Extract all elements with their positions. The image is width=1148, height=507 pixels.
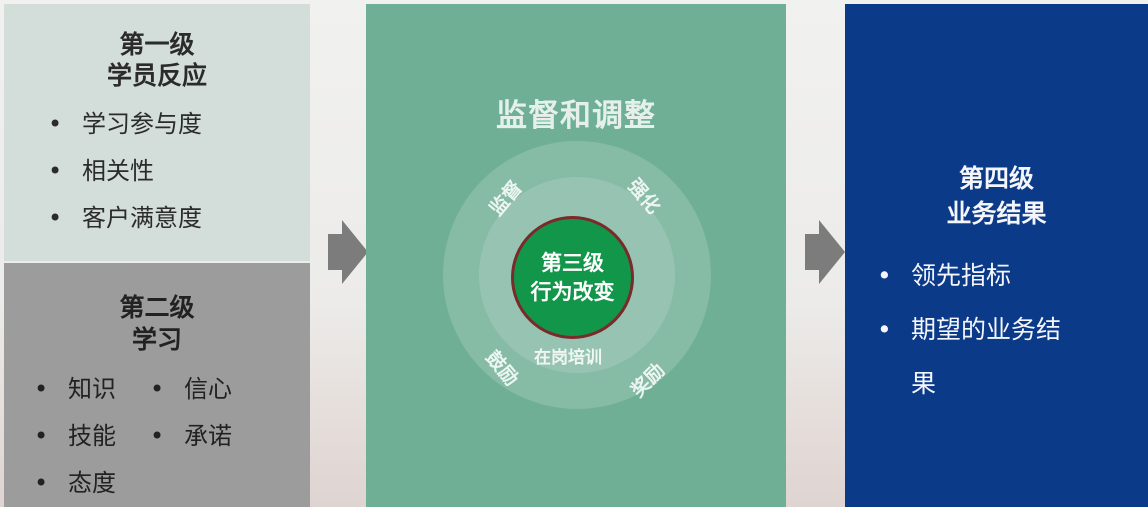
level2-list-col1: 知识 技能 态度	[34, 366, 116, 507]
list-item: 承诺	[150, 413, 232, 460]
level4-title-line2: 业务结果	[946, 199, 1047, 228]
level4-panel: 第四级 业务结果 领先指标 期望的业务结 果	[845, 4, 1148, 507]
level1-list: 学习参与度 相关性 客户满意度	[48, 101, 202, 242]
level3-core-line1: 第三级	[541, 250, 604, 275]
level2-title-line2: 学习	[131, 325, 182, 354]
monitor-adjust-title: 监督和调整	[496, 98, 656, 134]
list-item: 相关性	[48, 148, 202, 195]
level2-list-col2: 信心 承诺	[150, 366, 232, 460]
list-item-continuation: 果	[911, 369, 937, 398]
level1-title-line2: 学员反应	[106, 61, 207, 90]
level3-panel: 监督和调整 监督 强化 鼓励 奖励 在岗培训 第三级 行为改变	[366, 4, 786, 507]
list-item: 技能	[34, 413, 116, 460]
level3-core-line2: 行为改变	[530, 279, 615, 304]
level2-panel: 第二级 学习 知识 技能 态度 信心 承诺	[4, 263, 310, 507]
level1-title-line1: 第一级	[119, 30, 195, 59]
level4-title-line1: 第四级	[958, 164, 1034, 193]
list-item: 期望的业务结	[877, 303, 1061, 357]
level3-core-circle: 第三级 行为改变	[511, 216, 634, 339]
list-item: 学习参与度	[48, 101, 202, 148]
ring-label-on-the-job-training: 在岗培训	[534, 348, 602, 368]
list-item: 客户满意度	[48, 195, 202, 242]
list-item: 知识	[34, 366, 116, 413]
level1-panel: 第一级 学员反应 学习参与度 相关性 客户满意度	[4, 4, 310, 261]
list-item: 信心	[150, 366, 232, 413]
level4-list: 领先指标 期望的业务结 果	[877, 249, 1061, 411]
level2-title-line1: 第二级	[119, 293, 195, 322]
list-item: 领先指标	[877, 249, 1061, 303]
list-item: 态度	[34, 460, 116, 507]
